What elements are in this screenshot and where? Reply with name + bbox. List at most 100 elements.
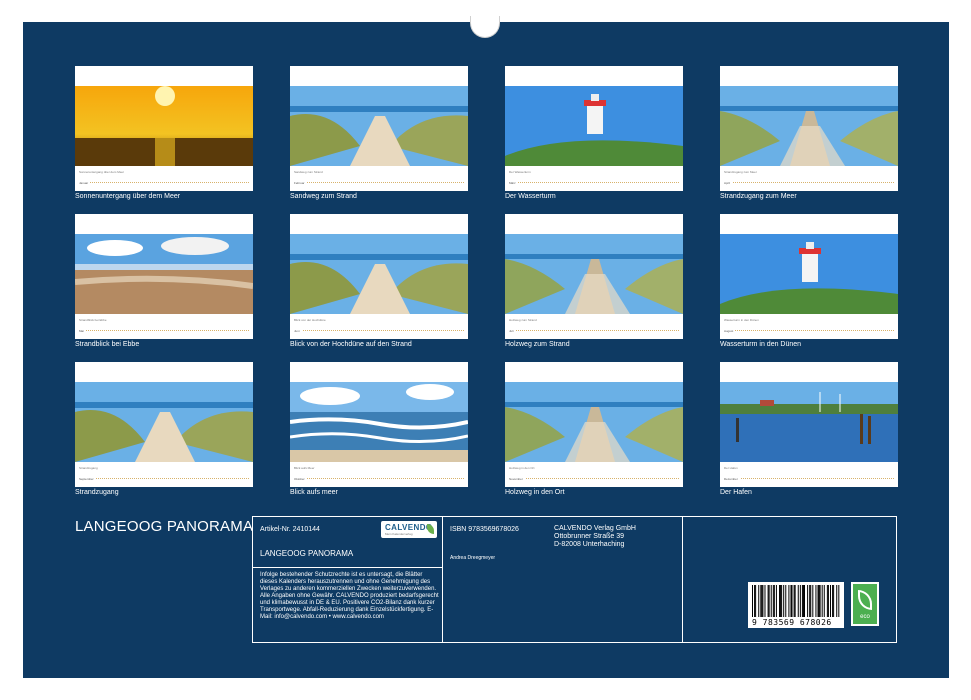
month-photo bbox=[75, 382, 253, 462]
calendar-back-cover: Sonnenuntergang über dem Meer Januar Sonne… bbox=[23, 22, 949, 678]
month-photo bbox=[290, 234, 468, 314]
barcode-bars bbox=[752, 585, 840, 617]
month-label: Der Hafen bbox=[720, 489, 752, 496]
mini-caption: Blick von der Hochdüne bbox=[294, 318, 326, 322]
month-label: Wasserturm in den Dünen bbox=[720, 341, 802, 348]
month-page: Holzweg in den Ort November bbox=[505, 362, 683, 487]
divider bbox=[253, 567, 443, 568]
barcode-bar bbox=[810, 585, 812, 617]
info-column-barcode: 9 783569 678026 eco bbox=[683, 517, 896, 642]
month-photo bbox=[505, 234, 683, 314]
mini-calendar-strip: Februar bbox=[294, 181, 464, 186]
mini-caption: Strandzugang bbox=[79, 466, 98, 470]
mini-caption: Sonnenuntergang über dem Meer bbox=[79, 170, 125, 174]
mini-month: September bbox=[79, 477, 96, 481]
barcode-bar bbox=[804, 585, 805, 617]
barcode-bar bbox=[826, 585, 828, 617]
mini-month: Juni bbox=[294, 329, 302, 333]
mini-month: Januar bbox=[79, 181, 91, 185]
mini-month: August bbox=[724, 329, 736, 333]
mini-caption: Holzweg in den Ort bbox=[509, 466, 535, 470]
barcode-bar bbox=[836, 585, 838, 617]
mini-caption: Der Hafen bbox=[724, 466, 738, 470]
barcode-bar bbox=[794, 585, 796, 617]
barcode-bar bbox=[812, 585, 814, 617]
month-photo bbox=[720, 86, 898, 166]
barcode-bar bbox=[760, 585, 762, 617]
month-photo bbox=[720, 382, 898, 462]
barcode: 9 783569 678026 bbox=[748, 582, 844, 628]
eco-badge: eco bbox=[851, 582, 879, 626]
eco-leaf-icon bbox=[858, 590, 872, 610]
barcode-bar bbox=[815, 585, 817, 617]
mini-month: Februar bbox=[294, 181, 307, 185]
month-thumbnail: Wasserturm in den Dünen August Wasserturm … bbox=[720, 214, 898, 362]
barcode-bar bbox=[773, 585, 775, 617]
info-column-publisher: ISBN 9783569678026 CALVENDO Verlag GmbH … bbox=[443, 517, 683, 642]
mini-caption: Blick aufs Meer bbox=[294, 466, 315, 470]
month-page: Strandzugang September bbox=[75, 362, 253, 487]
barcode-bar bbox=[802, 585, 804, 617]
mini-calendar-strip: Oktober bbox=[294, 477, 464, 482]
barcode-bar bbox=[762, 585, 764, 617]
month-photo bbox=[290, 382, 468, 462]
barcode-bar bbox=[821, 585, 823, 617]
month-photo bbox=[75, 234, 253, 314]
month-thumbnail: Strandzugang zum Meer April Strandzugang z… bbox=[720, 66, 898, 214]
barcode-bar bbox=[754, 585, 756, 617]
mini-month: Mai bbox=[79, 329, 86, 333]
mini-calendar-strip: Juni bbox=[294, 329, 464, 334]
barcode-bar bbox=[807, 585, 809, 617]
barcode-bar bbox=[772, 585, 774, 617]
month-label: Sandweg zum Strand bbox=[290, 193, 357, 200]
mini-month: März bbox=[509, 181, 518, 185]
month-page: Sonnenuntergang über dem Meer Januar bbox=[75, 66, 253, 191]
mini-calendar-strip: April bbox=[724, 181, 894, 186]
mini-month: April bbox=[724, 181, 733, 185]
month-label: Holzweg in den Ort bbox=[505, 489, 565, 496]
product-title: LANGEOOG PANORAMA bbox=[260, 549, 354, 558]
mini-calendar-strip: Juli bbox=[509, 329, 679, 334]
barcode-bar bbox=[788, 585, 790, 617]
month-page: Blick aufs Meer Oktober bbox=[290, 362, 468, 487]
barcode-bar bbox=[838, 585, 840, 617]
calvendo-logo: CALVENDO Mein Kalenderverlag bbox=[381, 521, 437, 538]
month-label: Strandblick bei Ebbe bbox=[75, 341, 140, 348]
barcode-bar bbox=[779, 585, 781, 617]
barcode-bar bbox=[799, 585, 801, 617]
month-thumbnail: Sonnenuntergang über dem Meer Januar Sonne… bbox=[75, 66, 253, 214]
calendar-title: LANGEOOG PANORAMA bbox=[75, 518, 254, 535]
month-photo bbox=[505, 382, 683, 462]
info-box: Artikel-Nr. 2410144 CALVENDO Mein Kalend… bbox=[252, 516, 897, 643]
month-page: Blick von der Hochdüne Juni bbox=[290, 214, 468, 339]
barcode-bar bbox=[781, 585, 783, 617]
barcode-bar bbox=[833, 585, 835, 617]
mini-calendar-strip: November bbox=[509, 477, 679, 482]
mini-month: Juli bbox=[509, 329, 516, 333]
barcode-bar bbox=[817, 585, 819, 617]
leaf-icon bbox=[427, 524, 434, 534]
month-thumbnail: Holzweg zum Strand Juli Holzweg zum Strand bbox=[505, 214, 683, 362]
mini-calendar-strip: August bbox=[724, 329, 894, 334]
mini-caption: Wasserturm in den Dünen bbox=[724, 318, 759, 322]
mini-month: November bbox=[509, 477, 525, 481]
mini-month: Dezember bbox=[724, 477, 740, 481]
barcode-bar bbox=[775, 585, 777, 617]
barcode-number: 9 783569 678026 bbox=[752, 618, 832, 627]
mini-calendar-strip: September bbox=[79, 477, 249, 482]
month-thumbnail: Blick aufs Meer Oktober Blick aufs meer bbox=[290, 362, 468, 510]
mini-calendar-strip: Mai bbox=[79, 329, 249, 334]
month-label: Sonnenuntergang über dem Meer bbox=[75, 193, 181, 200]
month-label: Blick von der Hochdüne auf den Strand bbox=[290, 341, 412, 348]
month-page: Wasserturm in den Dünen August bbox=[720, 214, 898, 339]
article-number: Artikel-Nr. 2410144 bbox=[260, 526, 320, 533]
month-photo bbox=[720, 234, 898, 314]
month-thumbnail: Strandblick bei Ebbe Mai Strandblick bei E… bbox=[75, 214, 253, 362]
barcode-bar bbox=[770, 585, 772, 617]
mini-month: Oktober bbox=[294, 477, 307, 481]
mini-calendar-strip: Januar bbox=[79, 181, 249, 186]
barcode-bar bbox=[818, 585, 820, 617]
barcode-bar bbox=[783, 585, 785, 617]
mini-caption: Der Wasserturm bbox=[509, 170, 531, 174]
month-page: Holzweg zum Strand Juli bbox=[505, 214, 683, 339]
